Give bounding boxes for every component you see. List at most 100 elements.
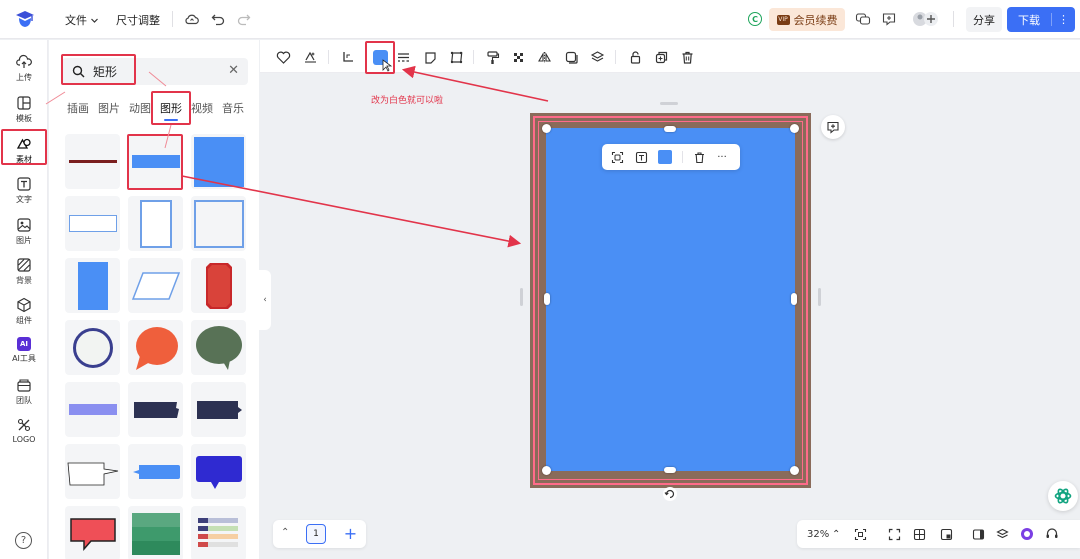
download-button[interactable]: 下载 ⋮ — [1007, 7, 1075, 32]
resize-handle-left[interactable] — [544, 293, 550, 305]
add-comment-icon[interactable] — [821, 115, 845, 139]
stroke-style-icon[interactable] — [394, 48, 412, 66]
favorite-icon[interactable] — [274, 48, 292, 66]
zoom-menu-icon[interactable]: ⌃ — [832, 526, 840, 542]
corner-radius-icon[interactable] — [338, 48, 356, 66]
rail-item-team[interactable]: 团队 — [0, 377, 48, 406]
layers-panel-icon[interactable] — [994, 526, 1010, 542]
page-thumbnail[interactable]: 1 — [306, 524, 326, 544]
selected-rectangle[interactable] — [546, 128, 795, 471]
help-icon[interactable]: ? — [15, 532, 32, 549]
format-painter-icon[interactable] — [483, 48, 501, 66]
shape-blue-bar-item[interactable] — [128, 134, 183, 189]
file-menu[interactable]: 文件 — [65, 12, 99, 28]
shape-blue-callout-item[interactable] — [128, 444, 183, 499]
resize-handle-bottom-left[interactable] — [542, 466, 551, 475]
fill-color-button[interactable] — [371, 48, 389, 66]
sidebar-toggle-icon[interactable] — [970, 526, 986, 542]
smart-select-icon[interactable] — [609, 149, 625, 165]
coin-icon[interactable]: C — [746, 10, 764, 28]
tab-image[interactable]: 图片 — [98, 100, 120, 116]
app-logo-icon[interactable] — [14, 8, 36, 30]
clear-search-icon[interactable]: ✕ — [228, 63, 239, 78]
shadow-icon[interactable] — [562, 48, 580, 66]
shape-green-stack-item[interactable] — [128, 506, 183, 559]
resize-handle-bottom[interactable] — [664, 467, 676, 473]
rounded-shape-icon[interactable] — [421, 48, 439, 66]
shape-outline-tall-item[interactable] — [128, 196, 183, 251]
resize-handle-top-right[interactable] — [790, 124, 799, 133]
resize-handle-top[interactable] — [664, 126, 676, 132]
shape-navy-banner-item[interactable] — [128, 382, 183, 437]
support-icon[interactable] — [1044, 526, 1060, 542]
resize-menu[interactable]: 尺寸调整 — [116, 12, 160, 28]
shape-green-bubble-item[interactable] — [191, 320, 246, 375]
more-options-icon[interactable]: ··· — [714, 149, 730, 165]
transparency-icon[interactable] — [509, 48, 527, 66]
fullscreen-icon[interactable] — [886, 526, 902, 542]
collapse-panel-icon[interactable]: ‹ — [259, 270, 271, 330]
feedback-icon[interactable] — [880, 10, 898, 28]
add-page-button[interactable]: + — [340, 523, 361, 544]
shape-purple-bar-item[interactable] — [65, 382, 120, 437]
search-input[interactable]: 矩形 ✕ — [62, 58, 248, 85]
collapse-pages-icon[interactable]: ⌃ — [281, 527, 289, 538]
fit-screen-icon[interactable] — [852, 526, 868, 542]
shape-speech-outline-item[interactable] — [65, 444, 120, 499]
chat-icon[interactable] — [854, 10, 872, 28]
shape-outline-square-item[interactable] — [191, 196, 246, 251]
crop-icon[interactable] — [447, 48, 465, 66]
chatgpt-assistant-icon[interactable] — [1048, 481, 1078, 511]
minimap-icon[interactable] — [938, 526, 954, 542]
tab-shapes[interactable]: 图形 — [160, 100, 182, 121]
shape-indigo-callout-item[interactable] — [191, 444, 246, 499]
left-resize-handle[interactable] — [520, 288, 523, 306]
rail-item-logo[interactable]: LOGO — [0, 417, 48, 444]
ai-assistant-icon[interactable] — [1019, 526, 1035, 542]
shape-line-item[interactable] — [65, 134, 120, 189]
collaborators-icon[interactable] — [911, 10, 941, 28]
shape-red-callout-item[interactable] — [65, 506, 120, 559]
tab-illustration[interactable]: 插画 — [67, 100, 89, 116]
delete-icon[interactable] — [678, 48, 696, 66]
tab-gif[interactable]: 动图 — [129, 100, 151, 116]
redo-icon[interactable] — [235, 10, 253, 28]
add-text-icon[interactable] — [633, 149, 649, 165]
right-resize-handle[interactable] — [818, 288, 821, 306]
rail-item-component[interactable]: 组件 — [0, 297, 48, 326]
rail-item-text[interactable]: 文字 — [0, 176, 48, 205]
layer-icon[interactable] — [588, 48, 606, 66]
shape-blue-tall-item[interactable] — [65, 258, 120, 313]
zoom-level[interactable]: 32% — [807, 526, 829, 542]
shape-circle-item[interactable] — [65, 320, 120, 375]
shape-parallelogram-item[interactable] — [128, 258, 183, 313]
tab-music[interactable]: 音乐 — [222, 100, 244, 116]
shape-label-list-item[interactable] — [191, 506, 246, 559]
color-picker-button[interactable] — [657, 149, 673, 165]
rail-item-ai-tools[interactable]: AI AI工具 — [0, 337, 48, 364]
vip-renew-button[interactable]: VIP 会员续费 — [769, 8, 845, 31]
duplicate-icon[interactable] — [652, 48, 670, 66]
flip-icon[interactable] — [535, 48, 553, 66]
shape-navy-tag-item[interactable] — [191, 382, 246, 437]
undo-icon[interactable] — [209, 10, 227, 28]
float-delete-icon[interactable] — [691, 149, 707, 165]
resize-handle-right[interactable] — [791, 293, 797, 305]
guides-icon[interactable] — [911, 526, 927, 542]
rail-item-material[interactable]: 素材 — [0, 136, 48, 165]
download-more-icon[interactable]: ⋮ — [1051, 13, 1075, 26]
ai-magic-icon[interactable] — [301, 48, 319, 66]
rotate-icon[interactable] — [660, 484, 680, 504]
cloud-save-icon[interactable] — [183, 10, 201, 28]
shape-red-badge-item[interactable] — [191, 258, 246, 313]
rail-item-background[interactable]: 背景 — [0, 257, 48, 286]
page-drag-handle[interactable] — [660, 102, 678, 105]
share-button[interactable]: 分享 — [966, 7, 1002, 32]
lock-icon[interactable] — [626, 48, 644, 66]
tab-video[interactable]: 视频 — [191, 100, 213, 116]
shape-outline-bar-item[interactable] — [65, 196, 120, 251]
shape-blue-square-item[interactable] — [191, 134, 246, 189]
rail-item-template[interactable]: 模板 — [0, 95, 48, 124]
resize-handle-bottom-right[interactable] — [790, 466, 799, 475]
rail-item-image[interactable]: 图片 — [0, 217, 48, 246]
